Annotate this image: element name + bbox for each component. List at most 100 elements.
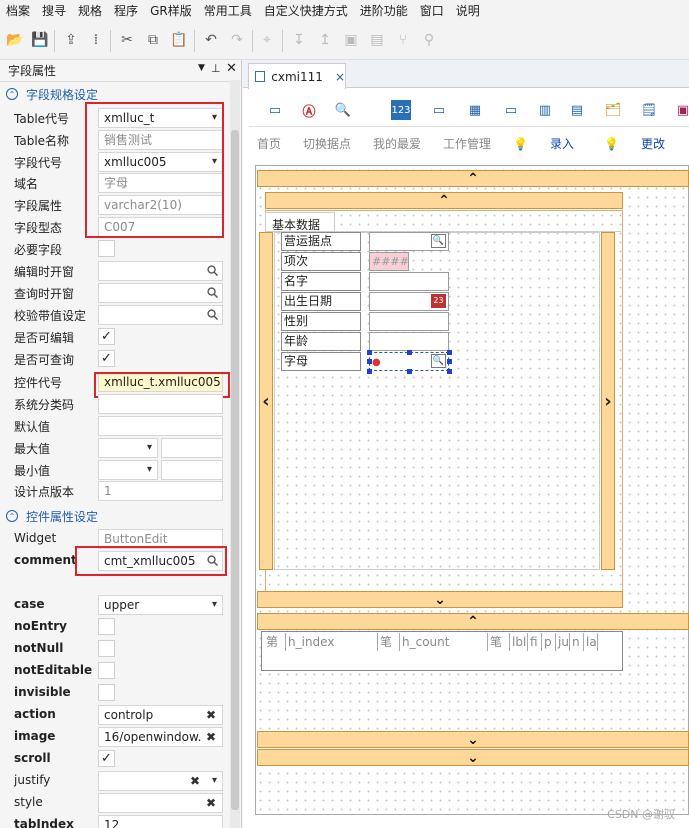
menu-gr-template[interactable]: GR样版 — [144, 2, 198, 19]
nav-switch-site[interactable]: 切换据点 — [303, 135, 351, 152]
redo-icon[interactable]: ↷ — [228, 31, 246, 49]
band-collapse-grid[interactable]: ⌃ — [257, 613, 689, 630]
query-open-field[interactable] — [98, 283, 223, 303]
queryable-checkbox[interactable]: ✓ — [98, 350, 115, 367]
sys-class-field[interactable] — [98, 394, 223, 414]
clear-icon[interactable]: ✖ — [206, 706, 216, 724]
menu-spec[interactable]: 规格 — [72, 2, 108, 19]
panel-tool-icon[interactable]: ▭ — [499, 98, 523, 122]
collapse-icon[interactable]: ⌃ — [6, 88, 18, 100]
band-collapse-form[interactable]: ⌃ — [265, 192, 623, 209]
enter-action[interactable]: 💡 录入 — [513, 135, 596, 152]
invisible-checkbox[interactable] — [98, 684, 115, 701]
image-field[interactable]: 16/openwindow. ✖ — [98, 727, 223, 747]
form-input-birthday[interactable]: 23 — [369, 292, 449, 311]
form-input-name[interactable] — [369, 272, 449, 291]
min-value-field[interactable] — [161, 460, 223, 480]
close-icon[interactable]: ✕ — [226, 61, 237, 76]
style-field[interactable]: ✖ — [98, 793, 223, 813]
clear-icon[interactable]: ✖ — [190, 772, 200, 790]
menu-search[interactable]: 搜寻 — [36, 2, 72, 19]
branch-down-icon[interactable]: ⑂ — [394, 31, 412, 49]
notnull-checkbox[interactable] — [98, 640, 115, 657]
noentry-checkbox[interactable] — [98, 618, 115, 635]
form-input-gender[interactable] — [369, 312, 449, 331]
validate-field[interactable] — [98, 305, 223, 325]
open-folder-icon[interactable]: 📂 — [6, 31, 24, 49]
table-tool-icon[interactable]: ▥ — [533, 98, 557, 122]
resize-handle[interactable] — [447, 369, 452, 374]
nav-favorites[interactable]: 我的最爱 — [373, 135, 421, 152]
justify-select[interactable]: ✖ — [98, 771, 223, 791]
branch-up-icon[interactable]: ⚲ — [420, 31, 438, 49]
case-select[interactable]: upper — [98, 595, 223, 615]
menu-program[interactable]: 程序 — [108, 2, 144, 19]
edit-open-field[interactable] — [98, 261, 223, 281]
scrollbar-thumb[interactable] — [231, 130, 239, 810]
default-field[interactable] — [98, 416, 223, 436]
list-tool-icon[interactable]: ▤ — [565, 98, 589, 122]
form-label-age[interactable]: 年龄 — [281, 332, 361, 351]
resize-handle[interactable] — [367, 359, 372, 364]
form-label-item[interactable]: 项次 — [281, 252, 361, 271]
window-tool-icon[interactable]: ▭ — [427, 98, 451, 122]
clear-icon[interactable]: ✖ — [205, 728, 216, 746]
calendar-icon[interactable]: 23 — [431, 294, 446, 308]
noteditable-checkbox[interactable] — [98, 662, 115, 679]
move-down-icon[interactable]: ↧ — [290, 31, 308, 49]
band-expand-1[interactable]: ⌄ — [257, 731, 689, 748]
lookup-icon[interactable]: 🔍 — [431, 234, 446, 248]
search-icon[interactable] — [207, 309, 218, 320]
export-icon[interactable]: ⇪ — [62, 31, 80, 49]
pin-icon[interactable]: ⊥ — [211, 62, 221, 75]
split-icon[interactable]: ▤ — [368, 31, 386, 49]
save-icon[interactable]: 💾 — [31, 31, 49, 49]
section-field-spec[interactable]: ⌃ 字段规格设定 — [6, 84, 236, 104]
form-label-letter[interactable]: 字母 — [281, 352, 361, 371]
collapse-icon[interactable]: ⌃ — [6, 510, 18, 522]
modify-action[interactable]: 💡 更改 — [604, 135, 687, 152]
close-tab-icon[interactable]: × — [335, 70, 345, 84]
min-op-select[interactable] — [98, 460, 158, 480]
paste-icon[interactable]: 📋 — [170, 31, 188, 49]
grid-tool-icon[interactable]: ▦ — [463, 98, 487, 122]
resize-handle[interactable] — [367, 369, 372, 374]
pin-tool-icon[interactable]: ⌖ — [258, 31, 276, 49]
search-icon[interactable] — [207, 265, 218, 276]
tab-cxmi111[interactable]: cxmi111 × — [248, 63, 346, 89]
search-icon[interactable] — [207, 287, 218, 298]
menu-advanced[interactable]: 进阶功能 — [354, 2, 414, 19]
band-expand-2[interactable]: ⌄ — [257, 749, 689, 766]
section-control-props[interactable]: ⌃ 控件属性设定 — [6, 506, 236, 526]
menu-file[interactable]: 档案 — [0, 2, 36, 19]
resize-handle[interactable] — [447, 350, 452, 355]
grid-dots-icon[interactable]: ⁞ — [87, 31, 105, 49]
menu-window[interactable]: 窗口 — [414, 2, 450, 19]
scroll-right-bar[interactable]: › — [601, 232, 615, 570]
merge-icon[interactable]: ▣ — [342, 31, 360, 49]
form-label-birthday[interactable]: 出生日期 — [281, 292, 361, 311]
action-field[interactable]: controlp ✖ — [98, 705, 223, 725]
menu-tools[interactable]: 常用工具 — [198, 2, 258, 19]
nav-work-management[interactable]: 工作管理 — [443, 135, 491, 152]
resize-handle[interactable] — [447, 359, 452, 364]
report-tool-icon[interactable]: ▣ — [671, 98, 689, 122]
tabindex-field[interactable]: 12 — [98, 815, 223, 828]
move-up-icon[interactable]: ↥ — [316, 31, 334, 49]
editable-checkbox[interactable]: ✓ — [98, 328, 115, 345]
folder-tree-icon[interactable]: 🗂 — [601, 98, 625, 122]
magnifier-tool-icon[interactable]: 🔍 — [331, 98, 355, 122]
form-input-age[interactable] — [369, 332, 449, 351]
button-edit-tool-icon[interactable]: ▭ — [263, 98, 287, 122]
form-input-site[interactable]: 🔍 — [369, 232, 449, 251]
copy-icon[interactable]: ⧉ — [144, 31, 162, 49]
scroll-checkbox[interactable]: ✓ — [98, 750, 115, 767]
undo-icon[interactable]: ↶ — [202, 31, 220, 49]
dropdown-icon[interactable]: ▼ — [198, 63, 205, 73]
form-input-item[interactable]: ####& — [369, 252, 409, 271]
numbers-tool-icon[interactable]: 123 — [391, 100, 411, 120]
menu-shortcuts[interactable]: 自定义快捷方式 — [258, 2, 354, 19]
form-label-gender[interactable]: 性别 — [281, 312, 361, 331]
lookup-icon[interactable]: 🔍 — [431, 354, 446, 368]
scroll-left-bar[interactable]: ‹ — [259, 232, 273, 570]
